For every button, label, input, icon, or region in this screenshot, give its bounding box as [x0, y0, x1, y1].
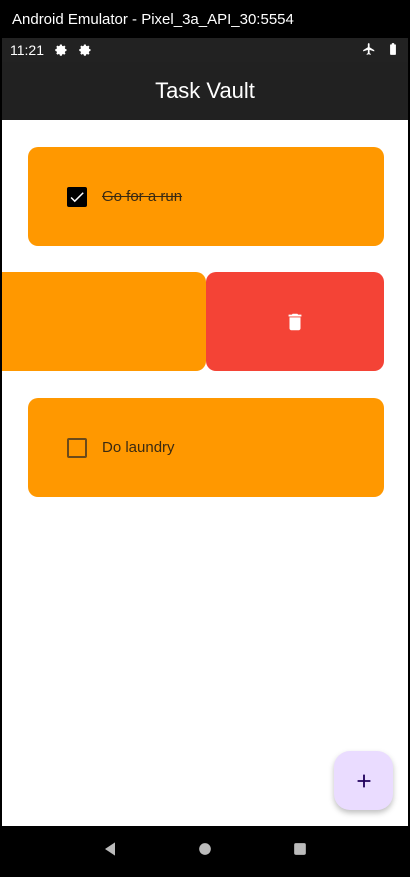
back-icon[interactable] [100, 839, 120, 864]
page-title: Task Vault [155, 78, 255, 103]
add-task-button[interactable] [334, 751, 393, 810]
task-card-swiping[interactable] [2, 272, 206, 371]
task-label: Go for a run [102, 188, 183, 205]
task-list: Go for a run Do laundry [2, 120, 408, 826]
settings-icon [54, 43, 68, 57]
trash-icon [288, 313, 302, 330]
window-title: Android Emulator - Pixel_3a_API_30:5554 [12, 10, 294, 28]
task-checkbox[interactable] [67, 437, 87, 458]
status-time: 11:21 [10, 42, 44, 58]
nav-bar [2, 826, 408, 877]
task-label: Do laundry [102, 439, 175, 456]
plus-icon [357, 774, 370, 787]
home-icon[interactable] [195, 839, 215, 864]
window-titlebar: Android Emulator - Pixel_3a_API_30:5554 [0, 0, 410, 38]
app-bar: Task Vault [2, 62, 408, 120]
task-card[interactable]: Go for a run [28, 147, 384, 246]
check-icon [70, 191, 84, 202]
delete-swipe-background[interactable] [206, 272, 384, 371]
battery-icon [386, 42, 400, 59]
task-checkbox[interactable] [67, 186, 87, 207]
airplane-icon [362, 42, 376, 59]
settings-icon [78, 43, 92, 57]
recents-icon[interactable] [290, 839, 310, 864]
task-card[interactable]: Do laundry [28, 398, 384, 497]
status-bar: 11:21 [2, 38, 408, 62]
